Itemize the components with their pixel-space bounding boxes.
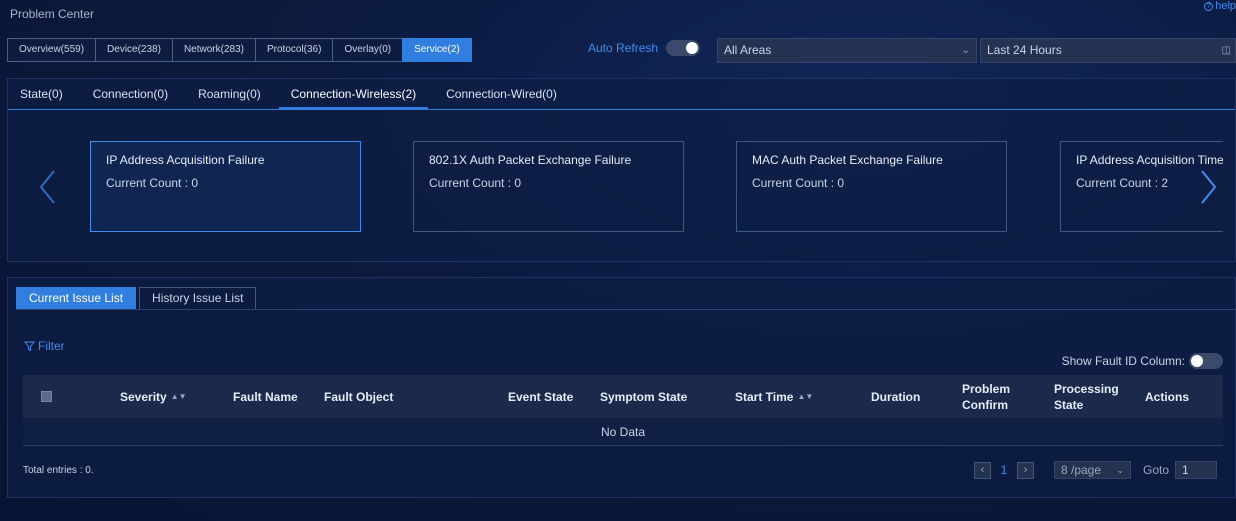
column-event-state: Event State <box>508 375 573 418</box>
show-fault-id-toggle[interactable] <box>1189 353 1223 369</box>
column-duration: Duration <box>871 375 920 418</box>
fault-card-name: MAC Auth Packet Exchange Failure <box>752 153 943 167</box>
page-title: Problem Center <box>10 7 95 21</box>
help-link[interactable]: ? help <box>1204 0 1236 12</box>
auto-refresh-label: Auto Refresh <box>588 41 659 55</box>
column-problem-confirm: Problem Confirm <box>962 375 1032 418</box>
tab-device[interactable]: Device(238) <box>95 38 173 62</box>
column-label: Severity <box>120 389 167 404</box>
pagination: ‹ 1 › 8 /page ⌄ Goto 1 <box>973 461 1217 479</box>
sort-icon: ▲▼ <box>797 391 814 401</box>
fault-card-count: Current Count : 0 <box>752 176 845 190</box>
goto-input[interactable]: 1 <box>1175 461 1217 479</box>
issue-list-panel: Current Issue List History Issue List Fi… <box>7 277 1236 498</box>
column-label: Actions <box>1145 389 1190 404</box>
column-severity[interactable]: Severity ▲▼ <box>120 375 187 418</box>
carousel-prev-button[interactable] <box>37 167 59 207</box>
fault-card[interactable]: 802.1X Auth Packet Exchange Failure Curr… <box>413 141 684 232</box>
column-actions: Actions <box>1145 375 1189 418</box>
calendar-icon: ◫ <box>1221 45 1231 56</box>
fault-card[interactable]: MAC Auth Packet Exchange Failure Current… <box>736 141 1007 232</box>
auto-refresh: Auto Refresh <box>588 40 701 56</box>
tab-overview[interactable]: Overview(559) <box>7 38 97 62</box>
issue-table: Severity ▲▼ Fault Name Fault Object Event… <box>23 375 1223 446</box>
column-start-time[interactable]: Start Time ▲▼ <box>735 375 813 418</box>
chevron-down-icon: ⌄ <box>961 45 970 56</box>
column-processing-state: Processing State <box>1054 375 1126 418</box>
column-label: Start Time <box>735 389 794 404</box>
filter-icon <box>24 341 35 351</box>
fault-card-name: IP Address Acquisition Failure <box>106 153 265 167</box>
column-label: Event State <box>508 389 574 404</box>
column-label: Duration <box>871 389 921 404</box>
tab-protocol[interactable]: Protocol(36) <box>254 38 334 62</box>
tab-connection[interactable]: Connection(0) <box>81 79 180 109</box>
toggle-knob <box>686 42 699 54</box>
column-label: Fault Name <box>233 389 298 404</box>
column-label: Processing State <box>1054 381 1119 412</box>
table-header: Severity ▲▼ Fault Name Fault Object Event… <box>23 375 1223 418</box>
category-tabs: Overview(559) Device(238) Network(283) P… <box>7 38 472 62</box>
filter-button[interactable]: Filter <box>24 339 65 353</box>
fault-card-count: Current Count : 0 <box>429 176 522 190</box>
area-select[interactable]: All Areas ⌄ <box>717 38 977 63</box>
goto-label: Goto <box>1142 463 1169 477</box>
fault-card[interactable]: IP Address Acquisition Failure Current C… <box>90 141 361 232</box>
column-symptom-state: Symptom State <box>600 375 687 418</box>
help-label: help <box>1215 0 1236 12</box>
select-all-checkbox[interactable] <box>41 391 52 402</box>
column-label: Symptom State <box>600 389 688 404</box>
fault-card-name: IP Address Acquisition Timeout <box>1076 153 1223 167</box>
next-page-button[interactable]: › <box>1016 461 1034 479</box>
area-select-value: All Areas <box>724 43 772 57</box>
sort-icon: ▲▼ <box>170 391 187 401</box>
issue-list-tabs: Current Issue List History Issue List <box>16 287 257 310</box>
chevron-down-icon: ⌄ <box>1116 465 1124 475</box>
tab-roaming[interactable]: Roaming(0) <box>186 79 273 109</box>
auto-refresh-toggle[interactable] <box>666 40 701 56</box>
total-entries: Total entries : 0. <box>23 465 94 476</box>
tab-network[interactable]: Network(283) <box>171 38 256 62</box>
chevron-right-icon <box>1201 170 1217 204</box>
tab-connection-wired[interactable]: Connection-Wired(0) <box>434 79 569 109</box>
empty-row: No Data <box>23 418 1223 446</box>
carousel-next-button[interactable] <box>1197 167 1219 207</box>
prev-page-button[interactable]: ‹ <box>973 461 991 479</box>
toggle-knob <box>1191 355 1203 367</box>
tab-state[interactable]: State(0) <box>8 79 75 109</box>
column-label: Problem Confirm <box>962 381 1011 412</box>
tab-connection-wireless[interactable]: Connection-Wireless(2) <box>278 79 429 109</box>
page-size-select[interactable]: 8 /page ⌄ <box>1053 461 1131 479</box>
column-fault-name: Fault Name <box>233 375 298 418</box>
fault-cards: IP Address Acquisition Failure Current C… <box>90 141 1223 233</box>
fault-card-name: 802.1X Auth Packet Exchange Failure <box>429 153 632 167</box>
filter-label: Filter <box>38 339 65 353</box>
column-label: Fault Object <box>324 389 394 404</box>
fault-card-count: Current Count : 0 <box>106 176 199 190</box>
chevron-left-icon <box>39 170 55 204</box>
tab-overlay[interactable]: Overlay(0) <box>332 38 404 62</box>
show-fault-id-label: Show Fault ID Column: <box>1061 354 1185 368</box>
column-fault-object: Fault Object <box>324 375 393 418</box>
tab-current-issue-list[interactable]: Current Issue List <box>16 287 137 310</box>
page-size-value: 8 /page <box>1060 463 1102 477</box>
page-number[interactable]: 1 <box>997 463 1011 477</box>
tab-history-issue-list[interactable]: History Issue List <box>139 287 257 310</box>
fault-category-panel: State(0) Connection(0) Roaming(0) Connec… <box>7 78 1236 262</box>
time-range-select[interactable]: Last 24 Hours ◫ <box>980 38 1236 63</box>
help-icon: ? <box>1204 1 1214 11</box>
sub-tabs: State(0) Connection(0) Roaming(0) Connec… <box>8 79 1235 110</box>
tab-service[interactable]: Service(2) <box>402 38 472 62</box>
divider <box>16 309 1236 310</box>
time-range-value: Last 24 Hours <box>987 43 1062 57</box>
show-fault-id: Show Fault ID Column: <box>1062 353 1223 369</box>
